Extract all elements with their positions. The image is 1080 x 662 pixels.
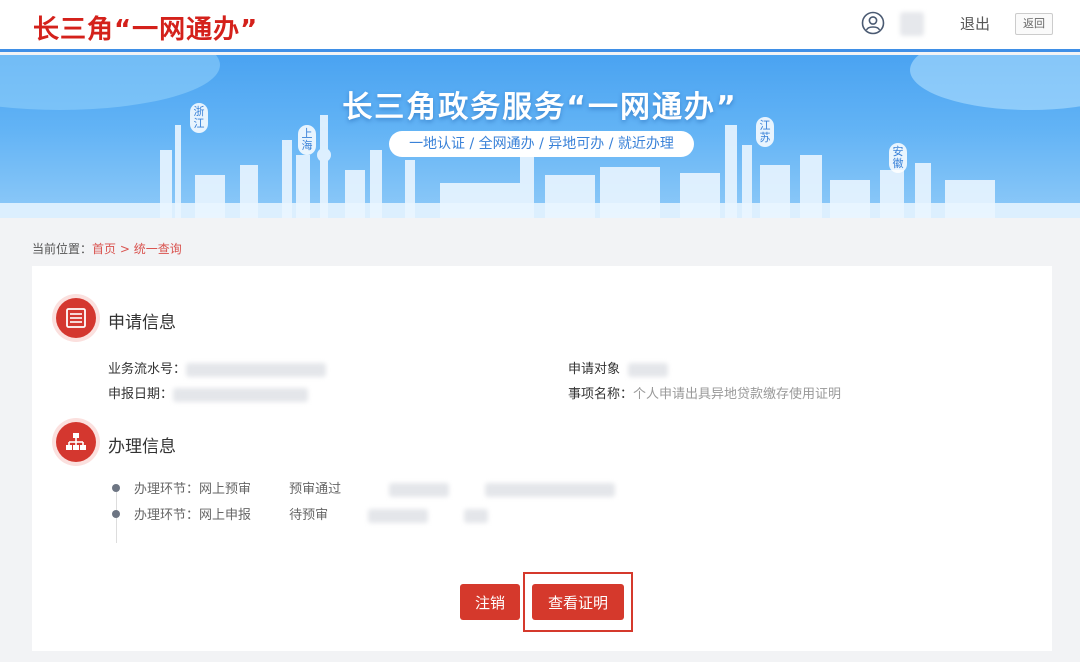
city-tag-shanghai: 上海	[298, 125, 316, 155]
serial-number-redacted	[186, 362, 327, 377]
breadcrumb-separator: >	[116, 242, 134, 256]
logout-link[interactable]: 退出	[960, 13, 990, 34]
process-step-note-redacted	[485, 482, 616, 497]
timeline-dot	[112, 484, 120, 492]
city-tag-zhejiang: 浙江	[190, 103, 208, 133]
breadcrumb: 当前位置：首页 > 统一查询	[32, 240, 182, 257]
site-logo[interactable]: 长三角“一网通办”	[33, 9, 258, 46]
submit-date-redacted	[173, 387, 309, 402]
applicant-label: 申请对象	[568, 362, 621, 377]
top-bar: 长三角“一网通办” 退出 返回	[0, 0, 1080, 52]
application-info-title: 申请信息	[108, 313, 176, 333]
process-info-title: 办理信息	[108, 437, 176, 457]
process-step-status: 预审通过	[289, 482, 342, 497]
org-chart-icon	[56, 422, 96, 462]
item-name-label: 事项名称：	[568, 387, 634, 402]
item-name-value: 个人申请出具异地贷款缴存使用证明	[633, 387, 842, 402]
cancel-application-button[interactable]: 注销	[460, 584, 520, 620]
city-tag-anhui: 安徽	[889, 143, 907, 173]
applicant-field: 申请对象	[568, 358, 669, 377]
submit-date-field: 申报日期：	[108, 383, 309, 402]
process-step-time-redacted	[368, 508, 429, 523]
query-result-card: 申请信息 业务流水号： 申报日期： 申请对象 事项名称：个人申请出具异地贷款缴存…	[32, 266, 1052, 651]
process-step-stage: 办理环节：网上申报	[134, 508, 252, 523]
process-step-status: 待预审	[289, 508, 329, 523]
breadcrumb-prefix: 当前位置：	[32, 242, 93, 256]
document-list-icon	[56, 298, 96, 338]
view-certificate-button[interactable]: 查看证明	[532, 584, 624, 620]
process-step-row: 办理环节：网上申报 待预审	[134, 504, 489, 523]
process-step-stage: 办理环节：网上预审	[134, 482, 252, 497]
process-step-note-redacted	[464, 508, 489, 523]
banner-title: 长三角政务服务“一网通办”	[342, 90, 738, 125]
city-tag-jiangsu: 江苏	[756, 117, 774, 147]
applicant-redacted	[628, 362, 669, 377]
breadcrumb-home-link[interactable]: 首页	[92, 242, 116, 256]
process-step-time-redacted	[389, 482, 450, 497]
item-name-field: 事项名称：个人申请出具异地贷款缴存使用证明	[568, 383, 841, 402]
user-name-redacted	[900, 12, 924, 36]
timeline-dot	[112, 510, 120, 518]
hero-banner: 长三角政务服务“一网通办” 一地认证 / 全网通办 / 异地可办 / 就近办理 …	[0, 55, 1080, 218]
back-button[interactable]: 返回	[1015, 13, 1053, 35]
process-step-row: 办理环节：网上预审 预审通过	[134, 478, 616, 497]
user-avatar-icon[interactable]	[861, 11, 885, 35]
serial-number-field: 业务流水号：	[108, 358, 327, 377]
banner-slogan: 一地认证 / 全网通办 / 异地可办 / 就近办理	[389, 131, 694, 157]
breadcrumb-current: 统一查询	[133, 242, 182, 256]
submit-date-label: 申报日期：	[108, 387, 174, 402]
serial-number-label: 业务流水号：	[108, 362, 187, 377]
